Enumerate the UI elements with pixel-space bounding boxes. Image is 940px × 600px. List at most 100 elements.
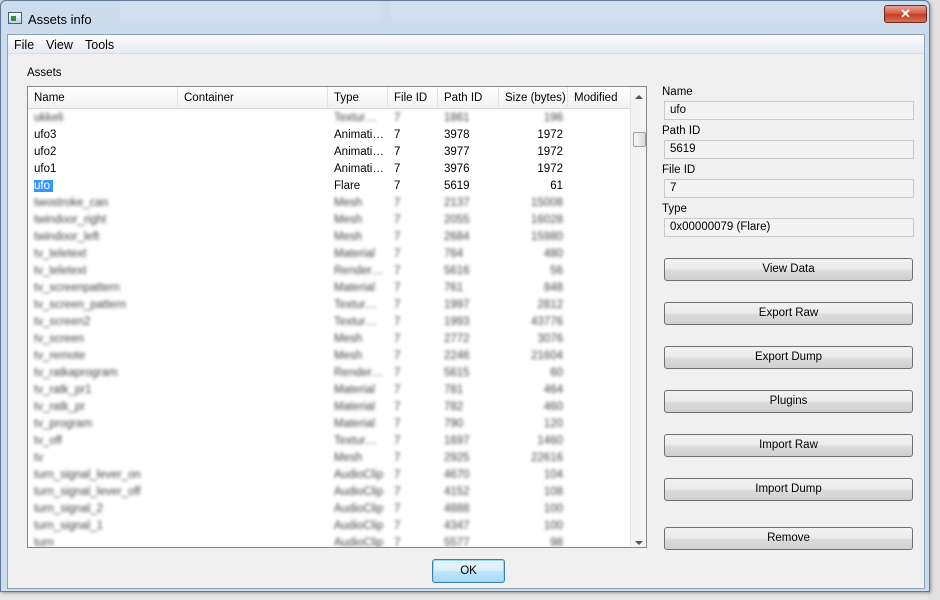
cell-name: tv_screen_pattern — [34, 299, 127, 311]
table-row[interactable]: twostroke_can Mesh 7 2137 15008 — [28, 195, 630, 212]
table-row[interactable]: tv_teletext Render… 7 5616 56 — [28, 263, 630, 280]
import-dump-button[interactable]: Import Dump — [664, 478, 913, 501]
column-header-name[interactable]: Name — [28, 87, 178, 109]
cell-path-id: 4347 — [444, 520, 470, 532]
assets-group-label: Assets — [27, 67, 62, 79]
table-row[interactable]: turn_signal_lever_off AudioClip 7 4152 108 — [28, 484, 630, 501]
cell-file-id: 7 — [394, 469, 401, 481]
cell-file-id: 7 — [394, 537, 401, 548]
assets-table[interactable]: Name Container Type File ID Path ID Size… — [27, 86, 647, 548]
cell-file-id: 7 — [394, 401, 401, 413]
table-row[interactable]: tv_screen Mesh 7 2772 3076 — [28, 331, 630, 348]
table-row[interactable]: ufo Flare 7 5619 61 — [28, 178, 630, 195]
table-row[interactable]: twindoor_right Mesh 7 2055 16028 — [28, 212, 630, 229]
cell-file-id: 7 — [394, 129, 401, 141]
cell-file-id: 7 — [394, 112, 401, 124]
cell-size: 480 — [543, 248, 563, 260]
cell-type: Flare — [334, 180, 361, 192]
scroll-up-arrow-icon[interactable] — [635, 95, 643, 99]
table-row[interactable]: tv Mesh 7 2925 22616 — [28, 450, 630, 467]
cell-path-id: 761 — [444, 282, 464, 294]
cell-name: tv_remote — [34, 350, 86, 362]
view-data-button[interactable]: View Data — [664, 258, 913, 281]
cell-file-id: 7 — [394, 384, 401, 396]
cell-file-id: 7 — [394, 163, 401, 175]
column-header-container[interactable]: Container — [178, 87, 328, 109]
cell-file-id: 7 — [394, 452, 401, 464]
table-row[interactable]: turn_signal_1 AudioClip 7 4347 100 — [28, 518, 630, 535]
file-id-field[interactable]: 7 — [664, 179, 914, 198]
table-row[interactable]: tv_ratk_pr1 Material 7 781 464 — [28, 382, 630, 399]
cell-file-id: 7 — [394, 418, 401, 430]
cell-path-id: 4888 — [444, 503, 470, 515]
ok-button[interactable]: OK — [432, 559, 505, 583]
path-id-field[interactable]: 5619 — [664, 140, 914, 159]
cell-type: AudioClip — [334, 486, 384, 498]
cell-size: 60 — [550, 367, 563, 379]
column-header-type[interactable]: Type — [328, 87, 388, 109]
column-header-file-id[interactable]: File ID — [388, 87, 438, 109]
table-row[interactable]: ufo3 Animati… 7 3978 1972 — [28, 127, 630, 144]
cell-name: tv_ratkaprogram — [34, 367, 118, 379]
cell-type: AudioClip — [334, 520, 384, 532]
cell-file-id: 7 — [394, 333, 401, 345]
cell-path-id: 3976 — [444, 163, 470, 175]
column-header-path-id[interactable]: Path ID — [438, 87, 499, 109]
table-row[interactable]: tv_remote Mesh 7 2246 21604 — [28, 348, 630, 365]
table-row[interactable]: turn_signal_2 AudioClip 7 4888 100 — [28, 501, 630, 518]
file-id-label: File ID — [662, 164, 696, 176]
table-row[interactable]: ukkeli Textur… 7 1861 196 — [28, 110, 630, 127]
cell-file-id: 7 — [394, 299, 401, 311]
cell-name: ufo1 — [34, 163, 57, 175]
menu-tools[interactable]: Tools — [85, 38, 114, 52]
cell-path-id: 790 — [444, 418, 464, 430]
name-label: Name — [662, 86, 693, 98]
cell-path-id: 782 — [444, 401, 464, 413]
table-row[interactable]: tv_screen2 Textur… 7 1993 43776 — [28, 314, 630, 331]
table-row[interactable]: tv_screenpattern Material 7 761 848 — [28, 280, 630, 297]
cell-size: 196 — [543, 112, 563, 124]
cell-name: turn — [34, 537, 54, 548]
cell-file-id: 7 — [394, 282, 401, 294]
column-header-size[interactable]: Size (bytes) — [499, 87, 568, 109]
table-row[interactable]: tv_screen_pattern Textur… 7 1997 2812 — [28, 297, 630, 314]
menu-file[interactable]: File — [14, 38, 34, 52]
cell-size: 1972 — [537, 163, 563, 175]
table-row[interactable]: tv_program Material 7 790 120 — [28, 416, 630, 433]
table-row[interactable]: ufo1 Animati… 7 3976 1972 — [28, 161, 630, 178]
cell-name: tv_screenpattern — [34, 282, 120, 294]
scroll-down-arrow-icon[interactable] — [635, 541, 643, 545]
table-row[interactable]: twindoor_left Mesh 7 2684 15980 — [28, 229, 630, 246]
cell-file-id: 7 — [394, 146, 401, 158]
table-row[interactable]: turn AudioClip 7 5577 98 — [28, 535, 630, 548]
close-button[interactable]: ✕ — [884, 5, 927, 23]
cell-name: ufo3 — [34, 129, 57, 141]
scrollbar-thumb[interactable] — [633, 132, 646, 147]
remove-button[interactable]: Remove — [664, 527, 913, 550]
cell-path-id: 1697 — [444, 435, 470, 447]
app-window-icon — [8, 12, 22, 24]
cell-path-id: 764 — [444, 248, 464, 260]
table-row[interactable]: tv_teletext Material 7 764 480 — [28, 246, 630, 263]
column-header-modified[interactable]: Modified — [568, 87, 630, 109]
cell-path-id: 2137 — [444, 197, 470, 209]
import-raw-button[interactable]: Import Raw — [664, 434, 913, 457]
table-row[interactable]: tv_ratk_pr Material 7 782 460 — [28, 399, 630, 416]
menu-view[interactable]: View — [46, 38, 73, 52]
cell-type: Material — [334, 282, 375, 294]
table-row[interactable]: ufo2 Animati… 7 3977 1972 — [28, 144, 630, 161]
cell-name: tv_off — [34, 435, 62, 447]
cell-size: 104 — [543, 469, 563, 481]
export-raw-button[interactable]: Export Raw — [664, 302, 913, 325]
type-field[interactable]: 0x00000079 (Flare) — [664, 218, 914, 237]
table-row[interactable]: tv_off Textur… 7 1697 1460 — [28, 433, 630, 450]
export-dump-button[interactable]: Export Dump — [664, 346, 913, 369]
title-bar[interactable]: Assets info ✕ — [1, 1, 929, 33]
name-field[interactable]: ufo — [664, 101, 914, 120]
cell-name: tv_screen — [34, 333, 84, 345]
table-row[interactable]: turn_signal_lever_on AudioClip 7 4670 104 — [28, 467, 630, 484]
cell-path-id: 1993 — [444, 316, 470, 328]
table-row[interactable]: tv_ratkaprogram Render… 7 5615 60 — [28, 365, 630, 382]
vertical-scrollbar[interactable] — [630, 87, 646, 547]
plugins-button[interactable]: Plugins — [664, 390, 913, 413]
